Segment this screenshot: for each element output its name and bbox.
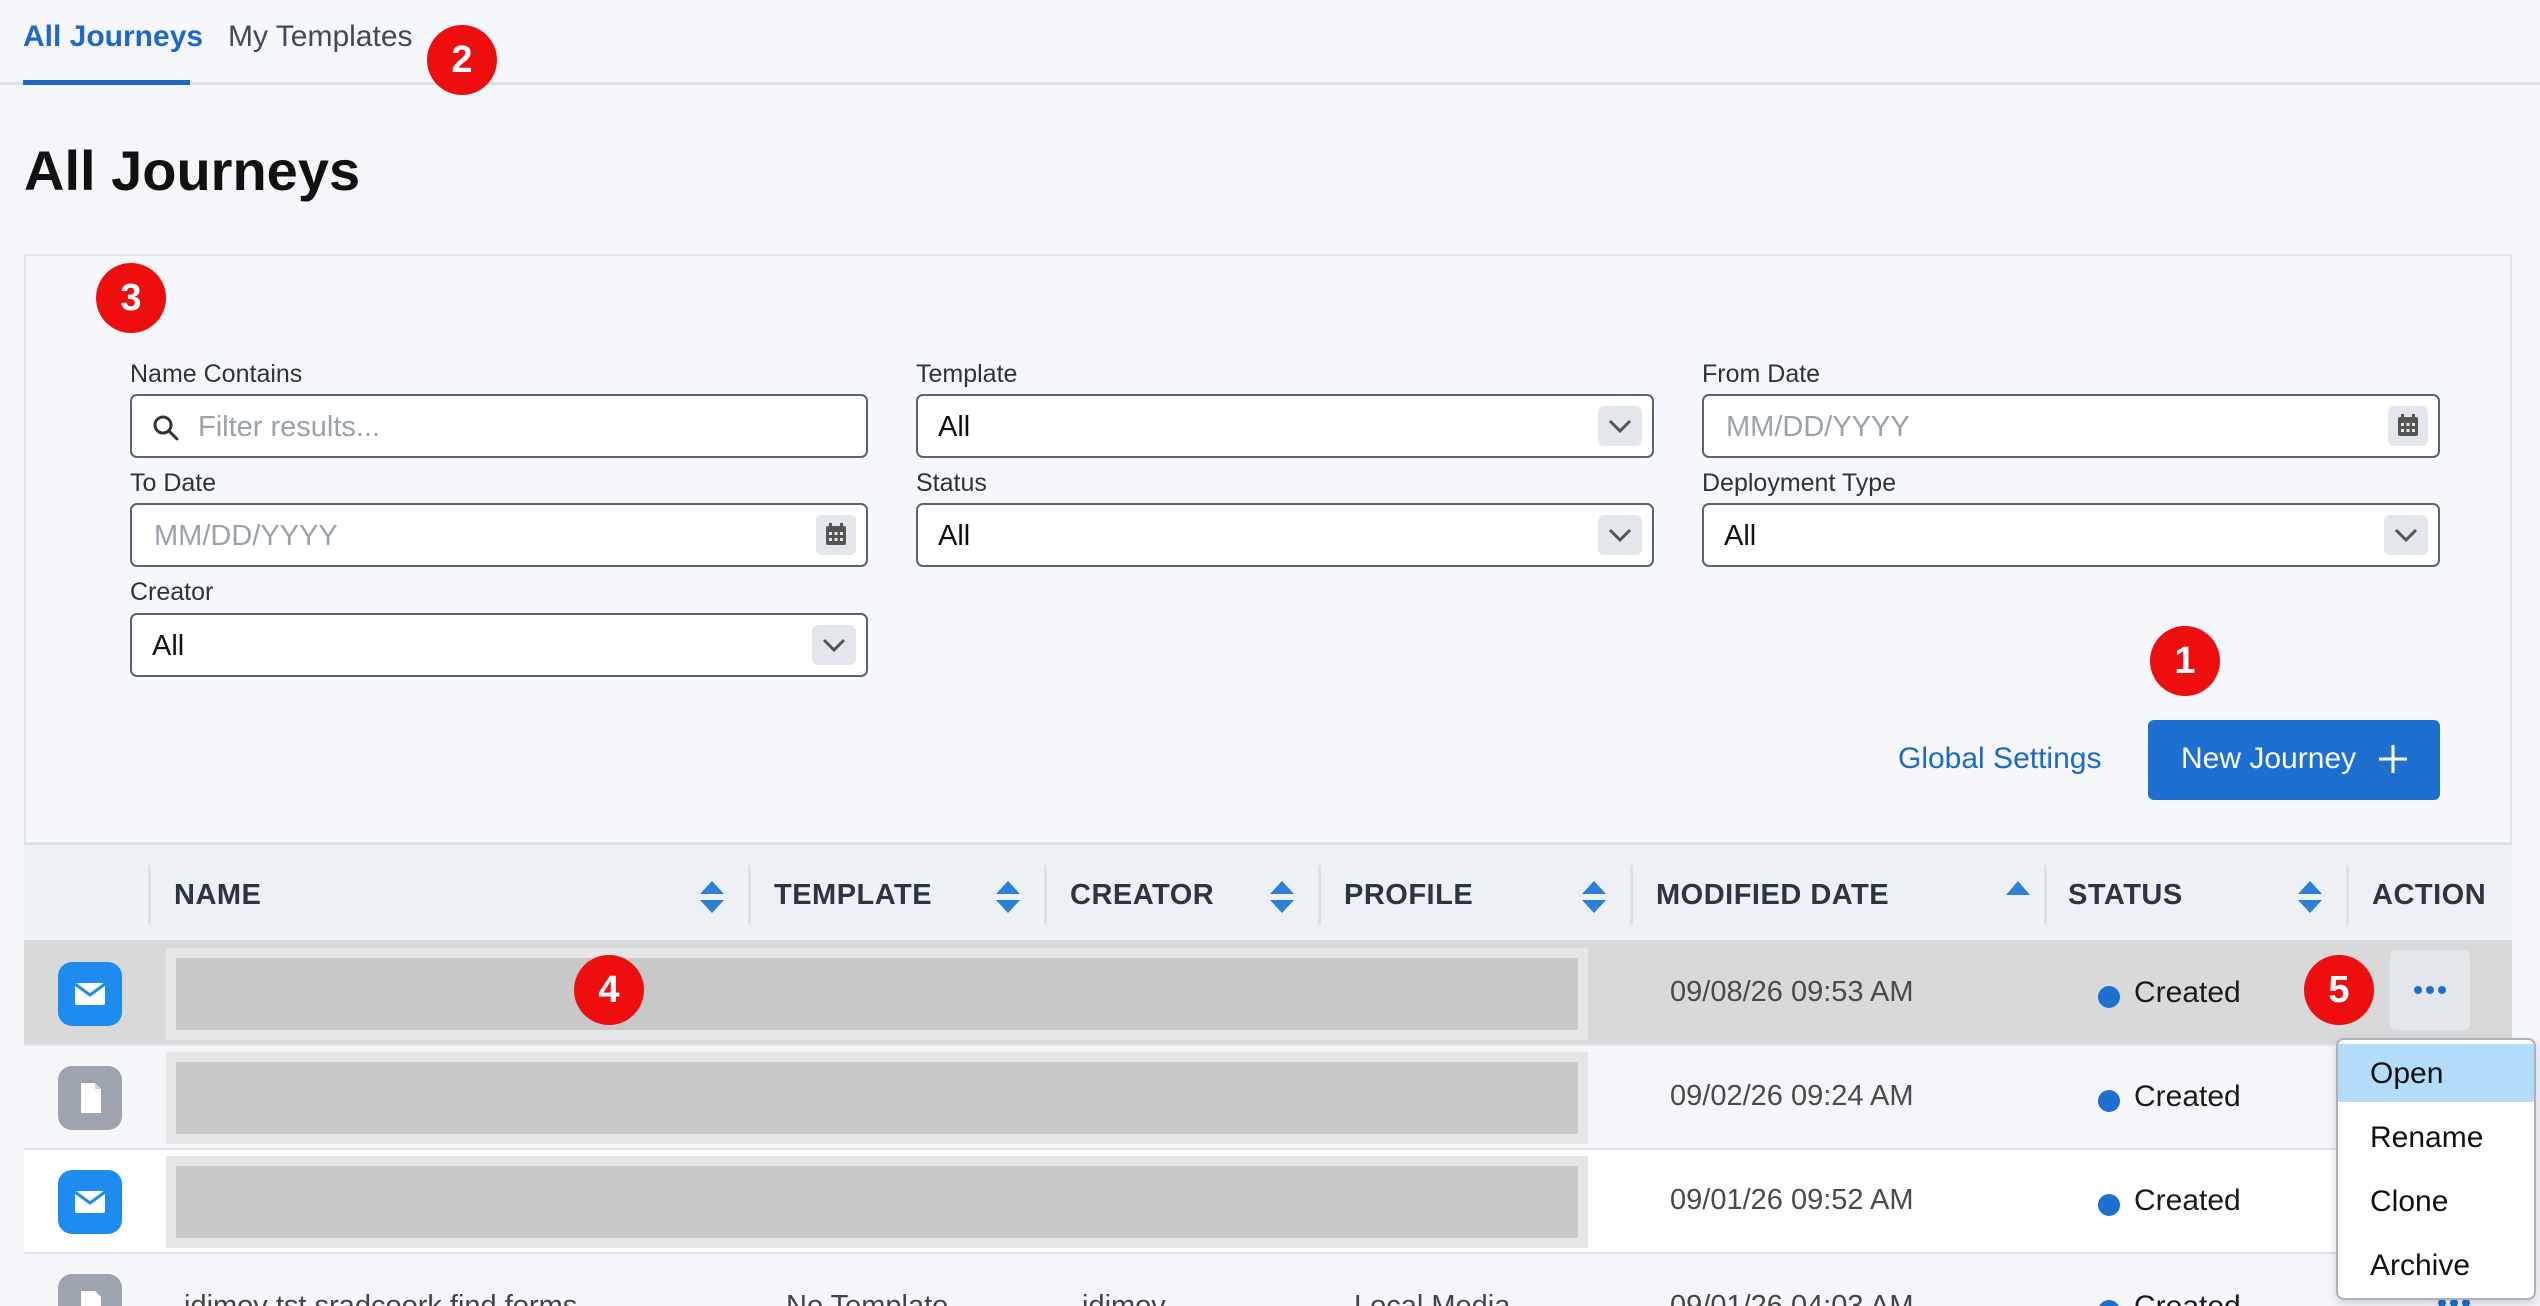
tab-all-journeys[interactable]: All Journeys [23,20,203,54]
chevron-down-icon[interactable] [1598,515,1642,555]
document-icon [58,1066,122,1130]
name-contains-input[interactable]: Filter results... [130,394,868,458]
journey-name[interactable]: idimov tst sradcoork find forms [184,1290,577,1306]
from-date-placeholder: MM/DD/YYYY [1726,411,1910,443]
table-row[interactable]: 09/01/26 09:52 AM Created [24,1150,2512,1254]
column-header-name[interactable]: NAME [174,879,261,912]
document-icon [58,1274,122,1306]
redacted-block [176,958,1578,1030]
column-separator [2044,865,2047,925]
modified-date: 09/01/26 09:52 AM [1670,1184,1914,1216]
callout-badge-3: 3 [96,263,166,333]
template-label: Template [916,360,1018,388]
status-select[interactable]: All [916,503,1654,567]
modified-date: 09/02/26 09:24 AM [1670,1080,1914,1112]
from-date-label: From Date [1702,360,1821,388]
callout-badge-2: 2 [427,25,497,95]
status-dot-icon [2098,986,2120,1008]
redacted-block [176,1062,1578,1134]
modified-date: 09/01/26 04:03 AM [1670,1290,1914,1306]
sort-icon[interactable] [1268,879,1296,915]
column-header-creator[interactable]: CREATOR [1070,879,1214,912]
status-text: Created [2134,1184,2241,1217]
to-date-placeholder: MM/DD/YYYY [154,520,338,552]
template-select[interactable]: All [916,394,1654,458]
column-separator [1318,865,1321,925]
status-dot-icon [2098,1300,2120,1306]
new-journey-button[interactable]: New Journey [2148,720,2440,800]
new-journey-label: New Journey [2181,742,2357,775]
sort-icon[interactable] [698,879,726,915]
column-header-modified-date[interactable]: MODIFIED DATE [1656,879,1889,912]
sort-icon[interactable] [2296,879,2324,915]
table-row[interactable]: 09/02/26 09:24 AM Created [24,1046,2512,1150]
global-settings-link[interactable]: Global Settings [1898,742,2101,776]
calendar-icon[interactable] [816,515,856,555]
status-select-value: All [938,520,971,552]
deployment-type-select-value: All [1724,520,1757,552]
template-select-value: All [938,411,971,443]
creator-name: idimov [1082,1290,1166,1306]
chevron-down-icon[interactable] [1598,406,1642,446]
menu-item-rename[interactable]: Rename [2338,1108,2534,1166]
chevron-down-icon[interactable] [2384,515,2428,555]
search-icon [153,415,179,441]
sort-icon[interactable] [1580,879,1608,915]
status-text: Created [2134,1290,2241,1306]
chevron-down-icon[interactable] [812,625,856,665]
table-row[interactable]: idimov tst sradcoork find forms No Templ… [24,1254,2512,1306]
menu-item-clone[interactable]: Clone [2338,1172,2534,1230]
redacted-block [176,1166,1578,1238]
sort-icon[interactable] [994,879,1022,915]
menu-item-open[interactable]: Open [2338,1044,2534,1102]
column-separator [2346,865,2349,925]
column-separator [148,865,151,925]
table-header: NAME TEMPLATE CREATOR PROFILE MODIFIED D… [24,842,2512,942]
tab-bar: All Journeys My Templates [0,0,2540,85]
status-text: Created [2134,1080,2241,1113]
creator-label: Creator [130,578,214,606]
deployment-type-select[interactable]: All [1702,503,2440,567]
to-date-input[interactable]: MM/DD/YYYY [130,503,868,567]
callout-badge-4: 4 [574,955,644,1025]
column-header-status[interactable]: STATUS [2068,879,2183,912]
modified-date: 09/08/26 09:53 AM [1670,976,1914,1008]
table-row[interactable]: 09/08/26 09:53 AM Created [24,942,2512,1046]
column-separator [1044,865,1047,925]
page-title: All Journeys [24,139,361,202]
creator-select[interactable]: All [130,613,868,677]
column-header-action: ACTION [2372,879,2487,911]
active-tab-indicator [23,80,190,85]
plus-icon [2379,745,2407,773]
creator-select-value: All [152,630,185,662]
email-icon [58,962,122,1026]
name-contains-label: Name Contains [130,360,303,388]
sort-ascending-icon[interactable] [2004,879,2032,899]
deployment-type-label: Deployment Type [1702,469,1897,497]
more-options-icon [2414,986,2446,994]
callout-badge-1: 1 [2150,626,2220,696]
column-separator [1630,865,1633,925]
tab-my-templates[interactable]: My Templates [228,20,413,54]
menu-item-archive[interactable]: Archive [2338,1236,2534,1294]
column-header-profile[interactable]: PROFILE [1344,879,1473,912]
template-name: No Template [786,1290,949,1306]
status-label: Status [916,469,987,497]
row-action-menu: Open Rename Clone Archive [2336,1038,2536,1300]
profile-name: Local Media [1354,1290,1511,1306]
column-header-template[interactable]: TEMPLATE [774,879,932,912]
callout-badge-5: 5 [2304,955,2374,1025]
calendar-icon[interactable] [2388,406,2428,446]
email-icon [58,1170,122,1234]
status-dot-icon [2098,1090,2120,1112]
to-date-label: To Date [130,469,217,497]
row-actions-button[interactable] [2390,950,2470,1030]
name-contains-placeholder: Filter results... [198,411,381,443]
status-text: Created [2134,976,2241,1009]
status-dot-icon [2098,1194,2120,1216]
from-date-input[interactable]: MM/DD/YYYY [1702,394,2440,458]
column-separator [748,865,751,925]
